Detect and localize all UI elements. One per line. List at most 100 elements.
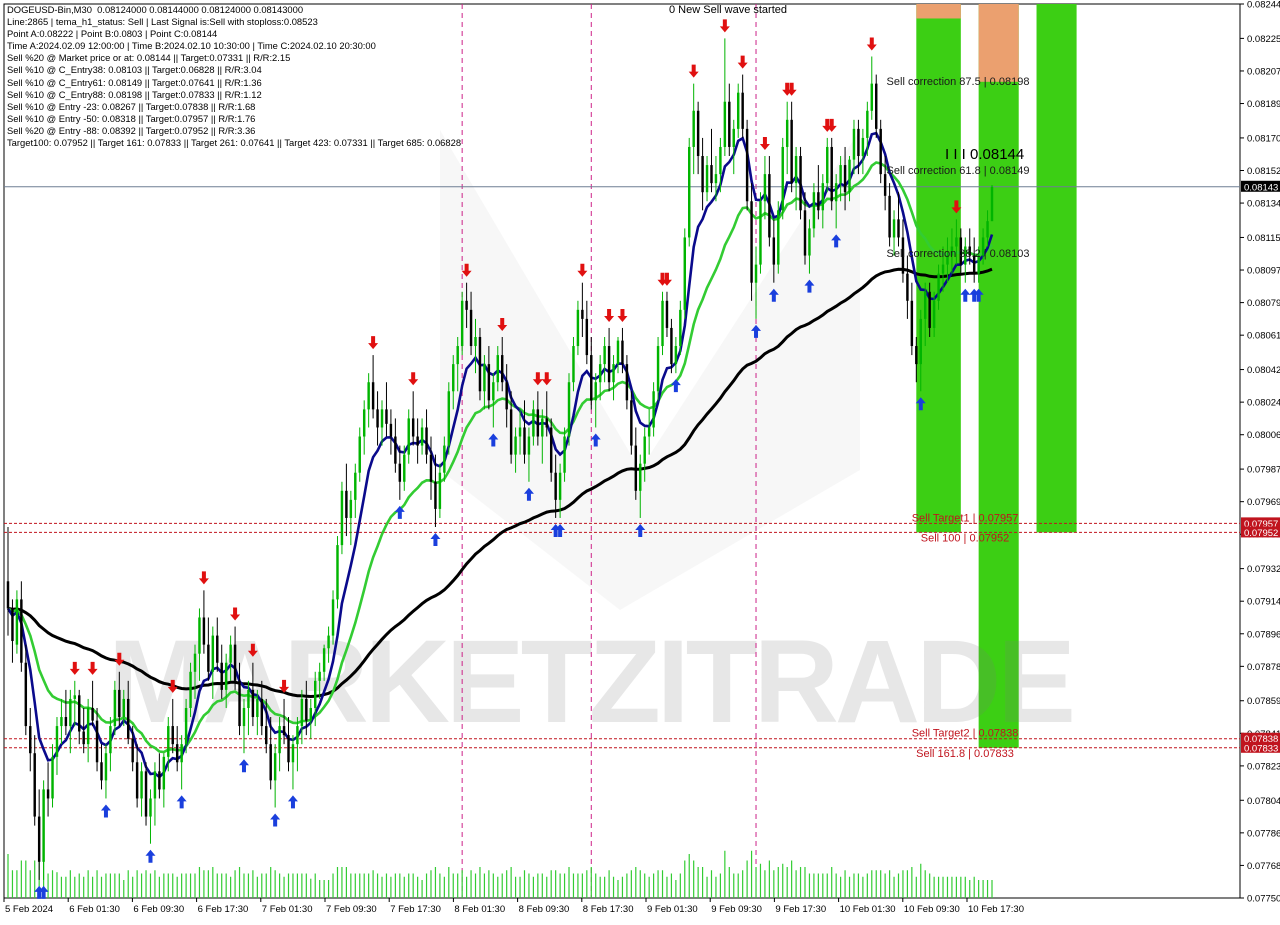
candle-body — [336, 545, 339, 600]
candle-body — [158, 771, 161, 790]
candle-body — [171, 726, 174, 745]
info-line: DOGEUSD-Bin,M30 0.08124000 0.08144000 0.… — [7, 4, 304, 15]
candle-body — [443, 445, 446, 473]
x-tick-label: 8 Feb 09:30 — [519, 904, 570, 915]
candle-body — [705, 165, 709, 193]
candle-body — [745, 128, 749, 202]
candle-body — [647, 427, 651, 437]
candle-body — [69, 698, 72, 727]
candle-body — [202, 617, 206, 645]
candle-body — [794, 156, 798, 184]
candle-body — [487, 364, 491, 401]
candle-body — [184, 707, 188, 745]
price-level-label: I I I 0.08144 — [945, 146, 1024, 163]
candle-body — [941, 264, 945, 274]
x-tick-label: 10 Feb 17:30 — [968, 904, 1024, 915]
candle-body — [278, 726, 281, 754]
x-tick-label: 8 Feb 17:30 — [583, 904, 634, 915]
info-line: Target100: 0.07952 || Target 161: 0.0783… — [7, 137, 462, 149]
candle-body — [358, 436, 361, 473]
candle-body — [345, 490, 348, 518]
info-line: Sell %10 @ C_Entry61: 0.08149 || Target:… — [7, 76, 262, 88]
candle-body — [772, 237, 776, 265]
x-tick-label: 7 Feb 09:30 — [326, 904, 377, 915]
candle-body — [60, 717, 63, 727]
candle-body — [438, 472, 442, 509]
candle-body — [826, 146, 829, 184]
info-line: Line:2865 | tema_h1_status: Sell | Last … — [7, 16, 318, 28]
zone-1-cap — [916, 4, 961, 19]
info-panel: DOGEUSD-Bin,M30 0.08124000 0.08144000 0.… — [7, 4, 461, 149]
y-tick-label: 0.08115 — [1247, 233, 1280, 244]
candle-body — [541, 418, 544, 437]
candle-body — [113, 689, 117, 727]
candle-body — [220, 662, 223, 690]
candle-body — [652, 391, 655, 428]
candle-body — [861, 137, 865, 157]
y-tick-label: 0.08042 — [1247, 365, 1280, 376]
candle-body — [812, 192, 816, 229]
candle-body — [51, 756, 54, 799]
y-tick-label: 0.07750 — [1247, 894, 1280, 905]
candle-body — [656, 346, 660, 392]
candle-body — [674, 346, 678, 365]
candle-body — [349, 499, 353, 518]
candle-body — [501, 355, 504, 383]
candle-body — [505, 382, 508, 410]
candle-body — [82, 731, 85, 745]
candle-body — [585, 318, 589, 356]
y-tick-label: 0.07878 — [1247, 662, 1280, 673]
x-tick-label: 10 Feb 01:30 — [840, 904, 896, 915]
y-tick-label: 0.07969 — [1247, 497, 1280, 508]
candle-body — [598, 364, 602, 383]
candle-body — [362, 409, 366, 437]
candle-body — [683, 237, 687, 310]
candle-body — [514, 436, 517, 455]
candle-body — [224, 662, 228, 690]
level-label: Sell Target2 | 0.07838 — [912, 728, 1019, 740]
y-tick-label: 0.07804 — [1247, 796, 1280, 807]
candle-body — [265, 726, 268, 745]
candle-body — [33, 753, 36, 817]
candle-body — [843, 165, 847, 193]
candle-body — [496, 355, 499, 383]
candle-body — [701, 156, 704, 193]
candle-body — [621, 340, 624, 365]
candle-body — [394, 436, 397, 464]
y-tick-label: 0.08207 — [1247, 66, 1280, 77]
candle-body — [581, 309, 584, 319]
candle-body — [777, 210, 780, 265]
x-tick-label: 9 Feb 17:30 — [775, 904, 826, 915]
candle-body — [180, 744, 183, 763]
candle-body — [866, 110, 869, 138]
candle-body — [193, 653, 197, 672]
candle-body — [781, 146, 784, 211]
candle-body — [380, 409, 384, 428]
candle-body — [233, 644, 237, 681]
candle-body — [790, 119, 793, 184]
candle-body — [260, 698, 264, 727]
candle-body — [460, 300, 464, 347]
x-tick-label: 6 Feb 17:30 — [198, 904, 249, 915]
candle-body — [630, 400, 633, 446]
candle-body — [20, 599, 23, 663]
candle-body — [109, 726, 112, 754]
x-tick-label: 8 Feb 01:30 — [454, 904, 505, 915]
candle-body — [527, 436, 531, 455]
candle-body — [465, 300, 468, 310]
candle-body — [331, 599, 335, 636]
candle-body — [576, 309, 580, 347]
x-tick-label: 5 Feb 2024 — [5, 904, 53, 915]
candle-body — [389, 423, 393, 437]
candle-body — [518, 427, 522, 437]
candle-body — [732, 128, 735, 147]
y-tick-label: 0.07786 — [1247, 828, 1280, 839]
y-tick-label: 0.08024 — [1247, 398, 1280, 409]
info-line: Sell %10 @ C_Entry38: 0.08103 || Target:… — [7, 64, 262, 76]
y-tick-label: 0.08244 — [1247, 0, 1280, 11]
candle-body — [839, 165, 842, 184]
candle-body — [594, 382, 597, 401]
candle-body — [318, 671, 321, 681]
zone-3 — [1036, 4, 1077, 533]
candle-body — [309, 707, 312, 721]
